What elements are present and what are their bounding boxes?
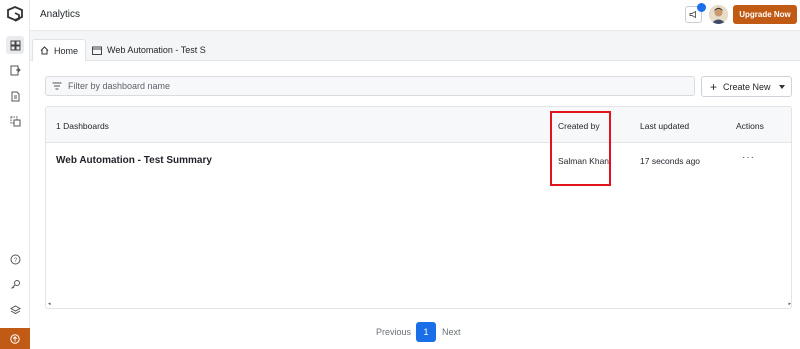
avatar[interactable] bbox=[709, 5, 728, 24]
megaphone-icon bbox=[689, 10, 696, 19]
page-title: Analytics bbox=[40, 9, 81, 20]
left-rail: ? bbox=[0, 0, 30, 349]
column-last-updated[interactable]: Last updated bbox=[640, 121, 689, 131]
tab-web-automation[interactable]: Web Automation - Test S bbox=[85, 39, 213, 61]
copy-icon[interactable] bbox=[6, 112, 24, 130]
key-icon[interactable] bbox=[6, 275, 24, 293]
scroll-right-icon[interactable]: ▸ bbox=[788, 301, 791, 307]
upgrade-now-button[interactable]: Upgrade Now bbox=[733, 5, 797, 24]
document-icon[interactable] bbox=[6, 87, 24, 105]
dashboards-table: 1 Dashboards Created by Last updated Act… bbox=[45, 106, 792, 309]
help-icon[interactable]: ? bbox=[6, 250, 24, 268]
dashboards-count: 1 Dashboards bbox=[56, 121, 109, 131]
created-by-highlight-box bbox=[550, 111, 611, 186]
chevron-down-icon bbox=[778, 84, 785, 89]
filter-input[interactable] bbox=[68, 81, 668, 91]
pagination: Previous 1 Next bbox=[30, 322, 800, 342]
table-header: 1 Dashboards Created by Last updated Act… bbox=[46, 107, 791, 143]
horizontal-scrollbar[interactable]: ◂ ▸ bbox=[46, 298, 791, 308]
more-actions-icon[interactable]: ··· bbox=[742, 152, 755, 163]
create-new-label: Create New bbox=[723, 81, 771, 92]
filter-icon bbox=[52, 82, 62, 90]
next-page-button[interactable]: Next bbox=[442, 327, 461, 337]
filter-field[interactable] bbox=[45, 76, 695, 96]
upload-icon[interactable] bbox=[0, 328, 30, 349]
table-row[interactable]: Web Automation - Test Summary Salman Kha… bbox=[46, 143, 791, 179]
tab-web-automation-label: Web Automation - Test S bbox=[107, 45, 206, 55]
main-content: + Create New 1 Dashboards Created by Las… bbox=[30, 61, 800, 349]
home-icon bbox=[40, 46, 49, 55]
notification-badge bbox=[697, 3, 706, 12]
last-updated-value: 17 seconds ago bbox=[640, 156, 701, 166]
dashboard-name-link[interactable]: Web Automation - Test Summary bbox=[56, 155, 212, 166]
dashboard-icon[interactable] bbox=[6, 36, 24, 54]
previous-page-button[interactable]: Previous bbox=[376, 327, 411, 337]
tab-bar: Home Web Automation - Test S bbox=[30, 31, 800, 61]
scroll-left-icon[interactable]: ◂ bbox=[48, 301, 51, 307]
plus-icon: + bbox=[710, 79, 718, 94]
tab-home[interactable]: Home bbox=[32, 39, 87, 61]
page-number-button[interactable]: 1 bbox=[416, 322, 436, 342]
top-bar: Analytics Upgrade Now bbox=[30, 0, 800, 31]
tab-home-label: Home bbox=[54, 45, 79, 56]
app-logo-icon[interactable] bbox=[5, 6, 25, 26]
svg-text:?: ? bbox=[13, 258, 17, 264]
layers-icon[interactable] bbox=[6, 301, 24, 319]
calendar-icon bbox=[92, 46, 102, 55]
column-actions: Actions bbox=[736, 121, 764, 131]
create-new-button[interactable]: + Create New bbox=[701, 76, 792, 97]
export-icon[interactable] bbox=[6, 61, 24, 79]
